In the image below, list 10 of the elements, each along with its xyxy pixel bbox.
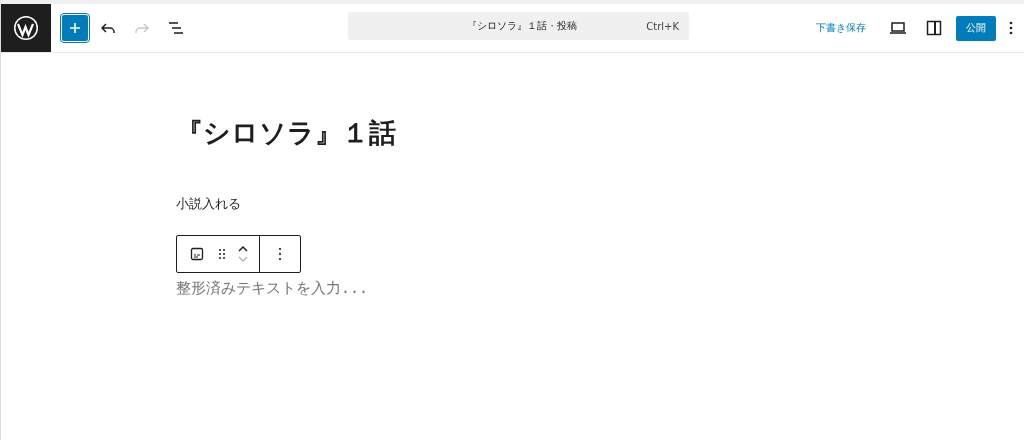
- save-draft-button[interactable]: 下書き保存: [810, 17, 872, 39]
- command-bar[interactable]: 『シロソラ』１話 · 投稿 Ctrl+K: [348, 12, 689, 40]
- paragraph-text: 小説入れる: [176, 195, 242, 213]
- post-title[interactable]: 『シロソラ』１話: [176, 115, 1024, 151]
- preformatted-placeholder[interactable]: 整形済みテキストを入力...: [176, 279, 1024, 298]
- publish-button[interactable]: 公開: [956, 15, 996, 41]
- move-up-icon[interactable]: [237, 245, 249, 253]
- add-block-button[interactable]: [62, 15, 88, 41]
- wordpress-logo-icon[interactable]: [13, 15, 39, 41]
- plus-icon: [68, 21, 82, 35]
